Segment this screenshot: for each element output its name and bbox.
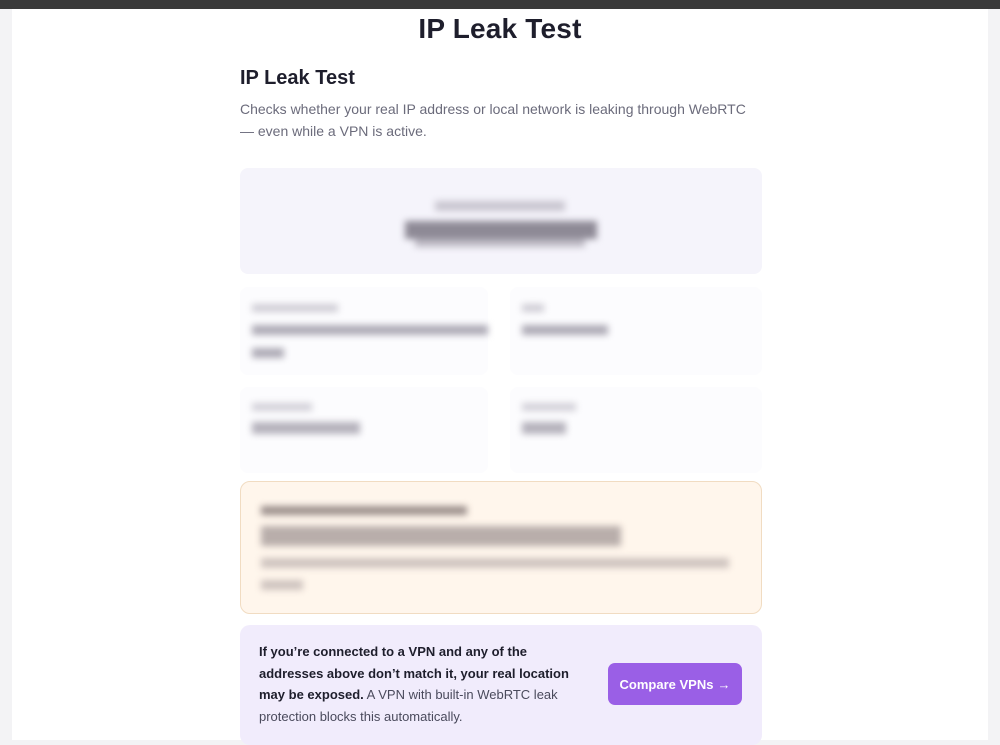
compare-vpns-label: Compare VPNs xyxy=(619,676,714,692)
section-description: Checks whether your real IP address or l… xyxy=(240,101,746,139)
browser-top-bar xyxy=(0,0,1000,9)
main-content: IP Leak Test Checks whether your real IP… xyxy=(240,65,762,745)
arrow-right-icon: → xyxy=(717,676,731,692)
info-cell-2 xyxy=(510,287,762,375)
page-container: IP Leak Test IP Leak Test Checks whether… xyxy=(12,9,988,745)
info-cell-1 xyxy=(240,287,488,375)
vpn-cta-card: If you’re connected to a VPN and any of … xyxy=(240,625,762,745)
detected-ip-card xyxy=(240,168,762,274)
section-title: IP Leak Test xyxy=(240,67,355,89)
compare-vpns-button[interactable]: Compare VPNs → xyxy=(608,663,742,705)
leak-result-card xyxy=(240,481,762,614)
page-title: IP Leak Test xyxy=(418,13,582,44)
network-info-grid xyxy=(240,287,762,473)
info-cell-4 xyxy=(510,387,762,473)
info-cell-3 xyxy=(240,387,488,473)
cta-message: If you’re connected to a VPN and any of … xyxy=(259,641,569,727)
